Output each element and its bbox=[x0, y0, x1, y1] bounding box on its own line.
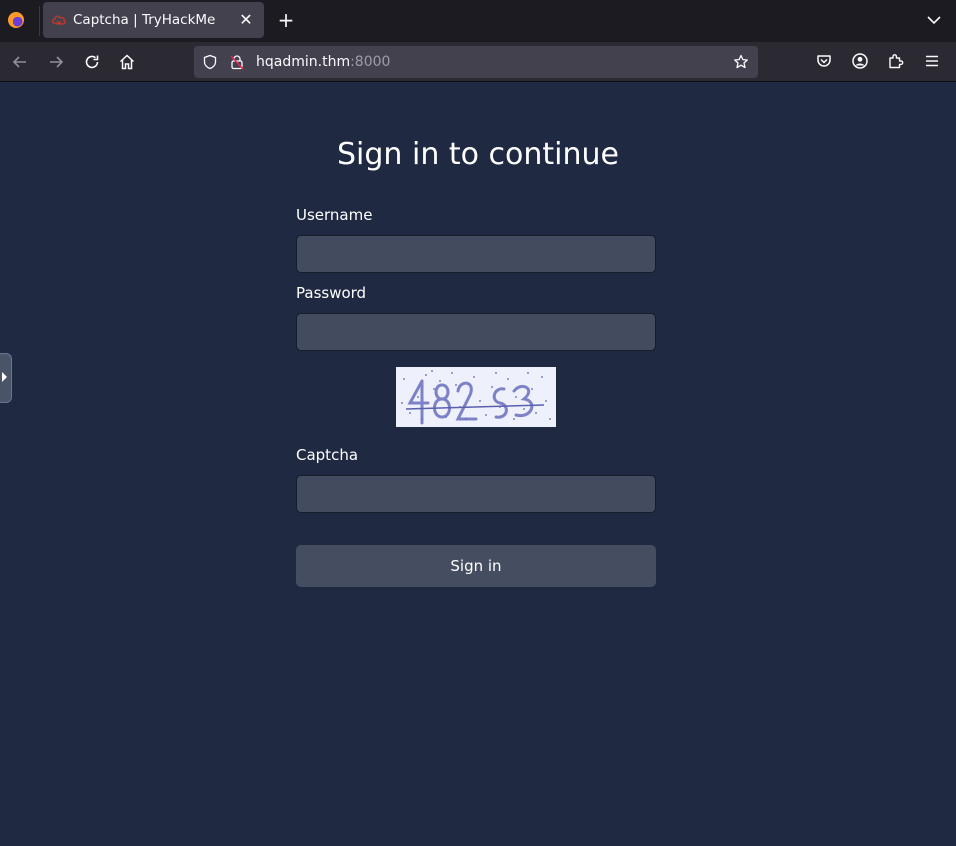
captcha-label: Captcha bbox=[296, 446, 359, 464]
reload-button[interactable] bbox=[82, 52, 102, 72]
home-button[interactable] bbox=[117, 52, 137, 72]
sign-in-button[interactable]: Sign in bbox=[296, 545, 656, 587]
url-text[interactable]: hqadmin.thm:8000 bbox=[256, 54, 390, 70]
account-icon[interactable] bbox=[851, 52, 869, 70]
password-field[interactable] bbox=[296, 313, 656, 351]
new-tab-button[interactable]: + bbox=[275, 9, 297, 31]
url-port: :8000 bbox=[350, 54, 391, 70]
chevron-down-icon[interactable] bbox=[924, 10, 944, 30]
url-bar[interactable]: hqadmin.thm:8000 bbox=[194, 46, 758, 78]
browser-nav-bar: hqadmin.thm:8000 bbox=[0, 42, 956, 82]
back-button[interactable] bbox=[10, 52, 30, 72]
captcha-image bbox=[396, 367, 556, 427]
shield-icon[interactable] bbox=[202, 54, 218, 70]
tryhackme-favicon-icon bbox=[51, 15, 66, 26]
page-content: Sign in to continue Username Password Ca… bbox=[0, 83, 956, 846]
pocket-icon[interactable] bbox=[815, 52, 833, 70]
tab-title: Captcha | TryHackMe bbox=[73, 12, 216, 28]
tab-separator bbox=[39, 6, 40, 36]
forward-button[interactable] bbox=[46, 52, 66, 72]
password-label: Password bbox=[296, 284, 367, 302]
browser-tab-bar: Captcha | TryHackMe ✕ + bbox=[0, 0, 956, 42]
username-field[interactable] bbox=[296, 235, 656, 273]
tab-captcha[interactable]: Captcha | TryHackMe ✕ bbox=[43, 2, 264, 38]
url-host: hqadmin.thm bbox=[256, 54, 351, 70]
username-label: Username bbox=[296, 206, 373, 224]
insecure-lock-icon[interactable] bbox=[229, 54, 245, 70]
star-icon[interactable] bbox=[733, 54, 749, 70]
page-title: Sign in to continue bbox=[337, 137, 619, 172]
puzzle-icon[interactable] bbox=[887, 52, 905, 70]
firefox-logo-icon[interactable] bbox=[8, 12, 24, 28]
captcha-field[interactable] bbox=[296, 475, 656, 513]
close-tab-icon[interactable]: ✕ bbox=[236, 10, 256, 30]
sidebar-toggle-handle[interactable] bbox=[0, 353, 12, 403]
hamburger-menu-icon[interactable] bbox=[923, 52, 941, 70]
